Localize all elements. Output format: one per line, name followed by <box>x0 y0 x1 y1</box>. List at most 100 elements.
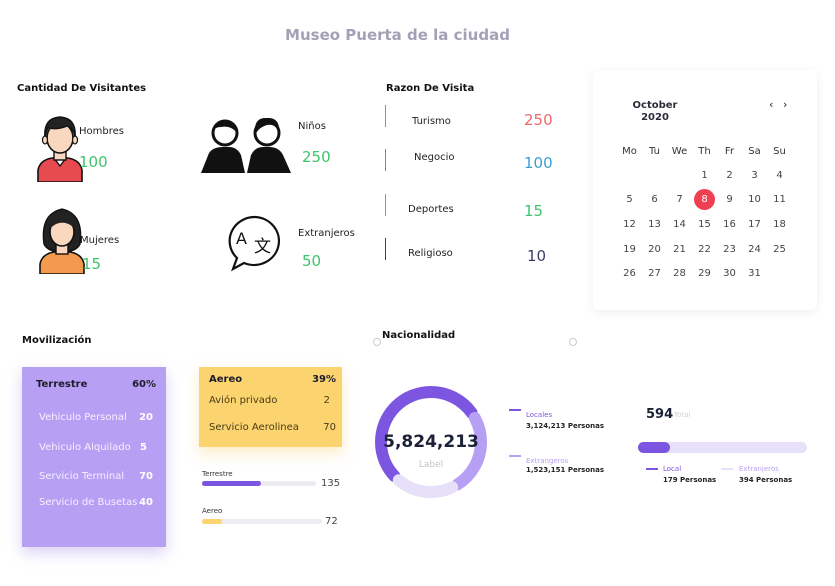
terrestre-card-title: Terrestre <box>36 379 88 390</box>
progress-fill-terrestre <box>202 481 262 486</box>
terrestre-item-value: 20 <box>139 412 153 423</box>
calendar-weekday: We <box>671 145 688 157</box>
progress-bar-terrestre <box>202 481 316 486</box>
calendar-day[interactable]: 29 <box>692 261 717 286</box>
terrestre-item-label: Servicio Terminal <box>39 471 125 482</box>
summary-legend-value-extranjeros: 394 Personas <box>739 476 793 484</box>
calendar-day[interactable]: 18 <box>767 212 792 237</box>
calendar-day[interactable]: 6 <box>642 188 667 213</box>
mobility-title: Movilización <box>22 335 92 346</box>
calendar-weekday: Fr <box>724 145 735 157</box>
donut-total-label: Label <box>418 460 444 470</box>
calendar-day[interactable]: 12 <box>617 212 642 237</box>
calendar-day[interactable]: 11 <box>767 188 792 213</box>
calendar-day[interactable]: 20 <box>642 237 667 262</box>
calendar-month: October <box>632 100 678 111</box>
aereo-card-percent: 39% <box>312 374 336 385</box>
calendar-day[interactable]: 28 <box>667 261 692 286</box>
progress-label-terrestre: Terrestre <box>202 470 233 478</box>
man-avatar-icon <box>37 116 83 182</box>
calendar-day[interactable]: 14 <box>667 212 692 237</box>
summary-legend-marker-extranjeros <box>721 468 733 470</box>
svg-text:文: 文 <box>254 237 271 257</box>
reason-value-deportes: 15 <box>524 202 544 220</box>
visitor-value-mujeres: 15 <box>82 255 102 273</box>
calendar-day[interactable]: 22 <box>692 237 717 262</box>
calendar-day <box>667 163 692 188</box>
calendar-day[interactable]: 5 <box>617 188 642 213</box>
calendar-selected-day[interactable]: 8 <box>694 189 715 211</box>
reasons-title: Razon De Visita <box>386 83 475 94</box>
calendar-next-button[interactable]: › <box>783 98 787 111</box>
reason-marker-negocio <box>385 149 386 171</box>
calendar-day[interactable]: 24 <box>742 237 767 262</box>
calendar-day[interactable]: 30 <box>717 261 742 286</box>
calendar-day[interactable]: 27 <box>642 261 667 286</box>
reason-value-religioso: 10 <box>527 247 547 265</box>
legend-value-locales: 3,124,213 Personas <box>526 422 605 430</box>
calendar-prev-button[interactable]: ‹ <box>769 98 773 111</box>
reason-label-negocio: Negocio <box>414 152 455 163</box>
info-icon <box>373 338 381 346</box>
calendar-day[interactable]: 17 <box>742 212 767 237</box>
progress-value-terrestre: 135 <box>321 478 341 489</box>
calendar-weekday: Su <box>773 145 786 157</box>
calendar-day[interactable]: 9 <box>717 188 742 213</box>
progress-fill-aereo <box>202 519 223 524</box>
calendar-day[interactable]: 2 <box>717 163 742 188</box>
visitors-title: Cantidad De Visitantes <box>17 83 147 94</box>
terrestre-item-label: Vehiculo Personal <box>39 412 127 423</box>
calendar-day[interactable]: 4 <box>767 163 792 188</box>
calendar-day[interactable]: 1 <box>692 163 717 188</box>
aereo-card: Aereo 39% Avión privado 2 Servicio Aerol… <box>199 367 342 447</box>
calendar-day <box>617 163 642 188</box>
legend-label-extrangeros: Extrangeros <box>526 457 569 465</box>
calendar-day[interactable]: 7 <box>667 188 692 213</box>
calendar-weekday: Th <box>698 145 711 157</box>
summary-bar-fill <box>638 442 671 453</box>
reason-marker-turismo <box>385 105 386 127</box>
legend-marker-extrangeros <box>509 455 521 457</box>
donut-total-value: 5,824,213 <box>383 432 479 452</box>
calendar-weekday: Mo <box>622 145 637 157</box>
visitor-label-ninos: Niños <box>298 121 326 132</box>
summary-legend-marker-local <box>646 468 658 470</box>
translate-icon: A 文 <box>228 215 280 272</box>
calendar-day[interactable]: 25 <box>767 237 792 262</box>
aereo-item-label: Servicio Aerolinea <box>209 422 299 433</box>
aereo-item-label: Avión privado <box>209 395 278 406</box>
calendar-weekday: Sa <box>748 145 761 157</box>
info-icon <box>569 338 577 346</box>
calendar-day[interactable]: 19 <box>617 237 642 262</box>
summary-value-label: Total <box>674 411 691 419</box>
calendar-day[interactable]: 15 <box>692 212 717 237</box>
terrestre-card-percent: 60% <box>132 379 156 390</box>
calendar-weekdays: Mo Tu We Th Fr Sa Su <box>617 139 792 164</box>
visitor-label-extranjeros: Extranjeros <box>298 228 355 239</box>
legend-label-locales: Locales <box>526 411 553 419</box>
visitor-label-mujeres: Mujeres <box>80 235 120 246</box>
calendar-day[interactable]: 31 <box>742 261 767 286</box>
visitor-label-hombres: Hombres <box>79 126 124 137</box>
calendar-day[interactable]: 10 <box>742 188 767 213</box>
progress-label-aereo: Aereo <box>202 507 223 515</box>
legend-value-extrangeros: 1,523,151 Personas <box>526 466 605 474</box>
reason-value-negocio: 100 <box>524 154 553 172</box>
summary-bar <box>638 442 807 453</box>
terrestre-item-label: Vehiculo Alquilado <box>39 442 131 453</box>
reason-label-turismo: Turismo <box>412 116 451 127</box>
terrestre-item-value: 40 <box>139 497 153 508</box>
terrestre-card: Terrestre 60% Vehiculo Personal 20 Vehic… <box>22 367 166 547</box>
calendar-day[interactable]: 23 <box>717 237 742 262</box>
calendar: October 2020 ‹ › Mo Tu We Th Fr Sa Su 12345678… <box>593 70 817 310</box>
calendar-day[interactable]: 26 <box>617 261 642 286</box>
terrestre-item-label: Servicio de Busetas <box>39 497 138 508</box>
calendar-day[interactable]: 21 <box>667 237 692 262</box>
calendar-day[interactable]: 3 <box>742 163 767 188</box>
calendar-day[interactable]: 16 <box>717 212 742 237</box>
calendar-day[interactable]: 8 <box>692 188 717 213</box>
summary-legend-label-extranjeros: Extranjeros <box>739 465 779 473</box>
calendar-day[interactable]: 13 <box>642 212 667 237</box>
calendar-day <box>642 163 667 188</box>
svg-text:A: A <box>236 229 247 248</box>
